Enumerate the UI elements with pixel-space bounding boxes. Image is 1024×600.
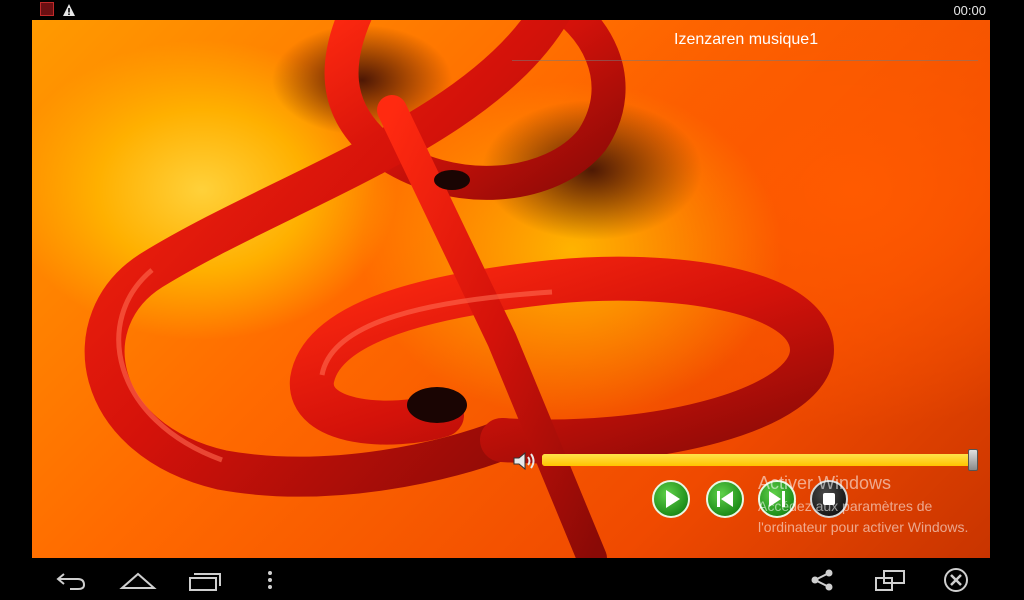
seek-bar[interactable]	[542, 454, 976, 466]
title-divider	[512, 60, 978, 61]
screen-mirror-icon[interactable]	[870, 566, 910, 594]
activate-windows-line-2: l'ordinateur pour activer Windows.	[758, 519, 969, 535]
close-icon[interactable]	[936, 566, 976, 594]
track-title: Izenzaren musique1	[674, 31, 819, 48]
status-bar: 00:00	[0, 0, 1024, 20]
activate-windows-line-1: Accédez aux paramètres de	[758, 498, 933, 514]
play-button[interactable]	[652, 480, 690, 518]
previous-button[interactable]	[706, 480, 744, 518]
seek-thumb[interactable]	[968, 449, 978, 471]
play-icon	[666, 490, 680, 508]
activate-windows-message: Accédez aux paramètres de l'ordinateur p…	[758, 496, 990, 538]
menu-icon[interactable]	[250, 566, 290, 594]
player-stage: Izenzaren musique1 Activer Windows Accéd…	[32, 20, 990, 558]
skip-previous-icon	[717, 491, 733, 507]
activate-windows-title: Activer Windows	[758, 473, 892, 493]
share-icon[interactable]	[802, 566, 842, 594]
recent-apps-icon[interactable]	[184, 566, 224, 594]
app-notification-icon	[40, 2, 54, 16]
back-icon[interactable]	[52, 566, 92, 594]
home-icon[interactable]	[118, 566, 158, 594]
warning-icon	[63, 4, 75, 16]
status-clock: 00:00	[953, 3, 986, 18]
seek-bar-fill	[542, 454, 976, 466]
volume-icon[interactable]	[512, 450, 538, 472]
